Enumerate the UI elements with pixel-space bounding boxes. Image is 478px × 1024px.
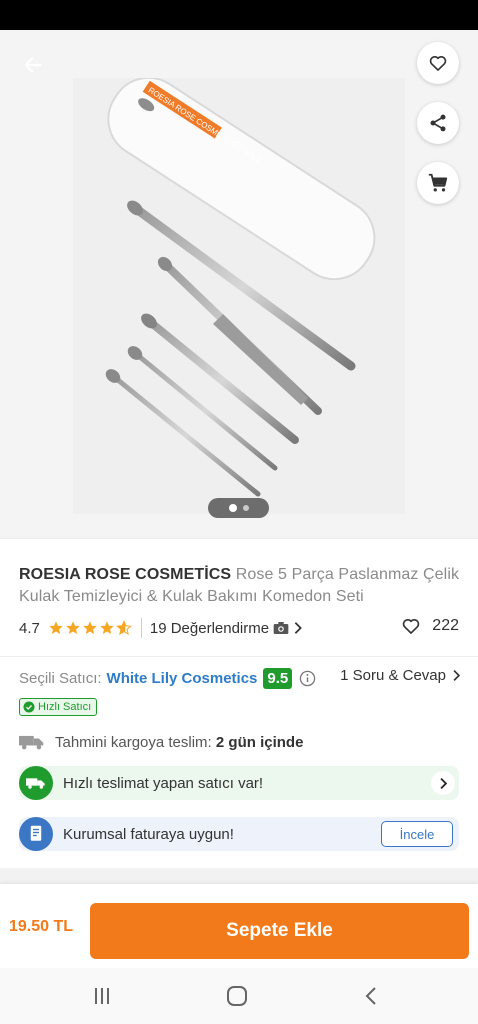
seller-label: Seçili Satıcı: — [19, 669, 102, 687]
corporate-invoice-banner: Kurumsal faturaya uygun! İncele — [19, 817, 459, 851]
system-navigation-bar — [0, 968, 478, 1024]
recent-apps-button[interactable] — [88, 982, 116, 1010]
product-photo: ROESIA ROSE COSMETICS TOOLS — [73, 78, 405, 514]
star-half-icon — [115, 620, 132, 636]
shipping-estimate: Tahmini kargoya teslim: 2 gün içinde — [19, 731, 303, 753]
home-icon — [227, 986, 247, 1006]
heart-icon — [429, 55, 447, 71]
star-icon — [83, 621, 97, 634]
fast-seller-badge: Hızlı Satıcı — [19, 698, 98, 716]
seller-score-badge: 9.5 — [263, 667, 293, 689]
check-badge-icon — [23, 701, 35, 713]
favorite-count[interactable]: 222 — [400, 616, 459, 636]
shipping-value: 2 gün içinde — [215, 733, 304, 751]
status-bar — [0, 0, 478, 30]
chevron-left-icon — [365, 987, 376, 1005]
info-icon[interactable] — [299, 670, 316, 687]
corporate-invoice-text: Kurumsal faturaya uygun! — [63, 825, 234, 843]
invoice-icon — [19, 817, 53, 851]
divider — [0, 656, 478, 657]
star-icon — [100, 621, 114, 634]
rating-stars — [48, 620, 133, 636]
product-image-gallery[interactable]: ROESIA ROSE COSMETICS TOOLS — [0, 30, 478, 538]
heart-outline-icon — [403, 618, 420, 634]
product-brand[interactable]: ROESIA ROSE COSMETİCS — [19, 566, 231, 583]
fast-delivery-arrow[interactable] — [431, 771, 455, 795]
reviews-count: 19 Değerlendirme — [149, 619, 270, 637]
share-icon — [430, 114, 446, 132]
product-price: 19.50 TL — [9, 918, 74, 935]
pager-dot — [242, 505, 249, 511]
section-gap — [0, 868, 478, 884]
rating-value: 4.7 — [19, 619, 40, 637]
share-button[interactable] — [417, 102, 459, 144]
reviews-link[interactable]: 19 Değerlendirme — [150, 620, 303, 637]
purchase-bar: 19.50 TL Sepete Ekle — [0, 884, 478, 968]
chevron-right-icon — [439, 777, 447, 789]
shipping-label: Tahmini kargoya teslim: — [55, 733, 212, 751]
inspect-button[interactable]: İncele — [381, 821, 453, 847]
truck-icon — [19, 766, 53, 800]
add-to-cart-button[interactable]: Sepete Ekle — [90, 903, 469, 959]
camera-icon — [273, 622, 289, 634]
fast-delivery-text: Hızlı teslimat yapan satıcı var! — [63, 774, 264, 792]
fast-seller-label: Hızlı Satıcı — [38, 701, 92, 713]
system-back-button[interactable] — [357, 982, 385, 1010]
rating-separator — [140, 618, 142, 638]
image-pager-dots — [208, 498, 269, 518]
back-button[interactable] — [14, 46, 52, 84]
fast-delivery-banner[interactable]: Hızlı teslimat yapan satıcı var! — [19, 766, 459, 800]
cart-icon — [428, 173, 448, 192]
star-icon — [66, 621, 80, 634]
chevron-right-icon — [453, 670, 461, 681]
favorite-button[interactable] — [417, 42, 459, 84]
truck-icon — [19, 735, 44, 750]
seller-row: Seçili Satıcı: White Lily Cosmetics 9.5 … — [19, 665, 461, 691]
product-title: ROESIA ROSE COSMETİCS Rose 5 Parça Pasla… — [19, 564, 464, 608]
star-icon — [49, 621, 63, 634]
product-info-panel: ROESIA ROSE COSMETİCS Rose 5 Parça Pasla… — [0, 538, 478, 868]
rating-row: 4.7 19 Değerlendirme 222 — [19, 616, 459, 640]
favorite-count-value: 222 — [432, 617, 459, 634]
arrow-left-icon — [24, 57, 42, 73]
qa-label: 1 Soru & Cevap — [340, 667, 446, 684]
questions-answers-link[interactable]: 1 Soru & Cevap — [340, 667, 461, 684]
recent-apps-icon — [95, 988, 109, 1004]
chevron-right-icon — [294, 622, 302, 634]
home-button[interactable] — [223, 982, 251, 1010]
cart-button[interactable] — [417, 162, 459, 204]
seller-name-link[interactable]: White Lily Cosmetics — [107, 670, 258, 687]
pager-dot-active — [228, 504, 237, 512]
